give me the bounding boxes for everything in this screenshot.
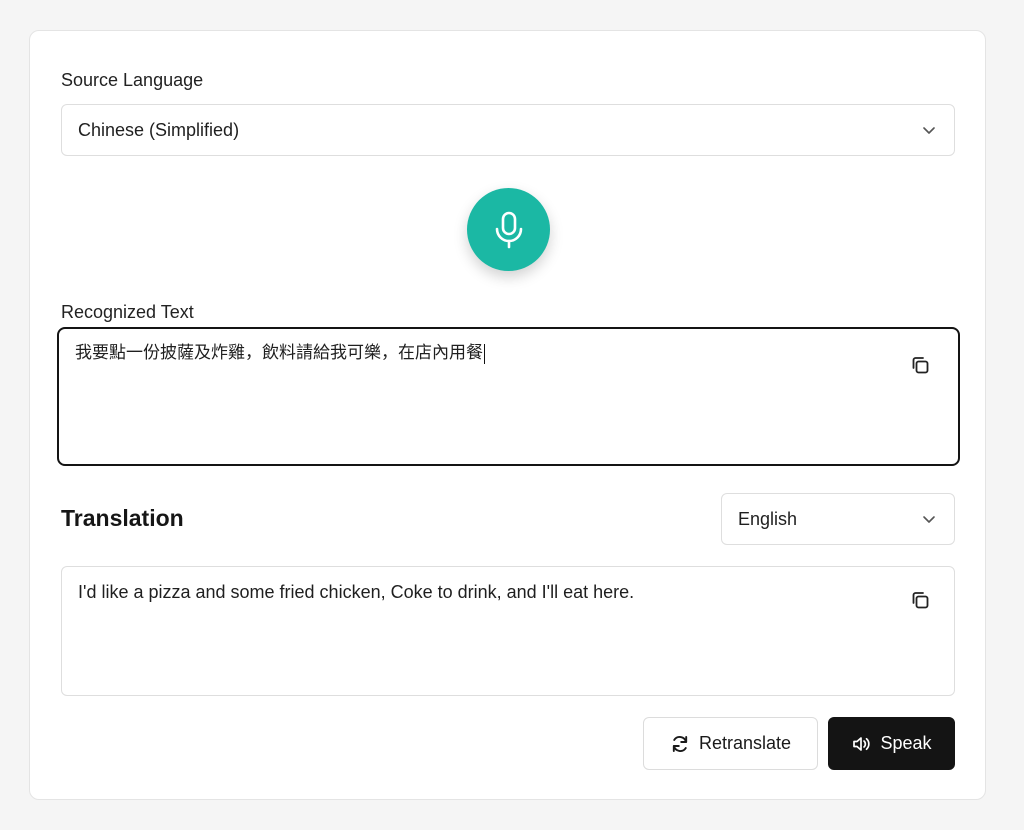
source-language-label: Source Language xyxy=(61,70,204,90)
copy-recognized-button[interactable] xyxy=(906,351,934,379)
microphone-icon xyxy=(495,211,522,248)
recognized-text-label: Recognized Text xyxy=(61,302,194,322)
retranslate-button[interactable]: Retranslate xyxy=(643,717,818,770)
text-caret xyxy=(484,343,485,364)
recognized-text-content: 我要點一份披薩及炸雞，飲料請給我可樂，在店內用餐 xyxy=(75,341,888,365)
source-language-value: Chinese (Simplified) xyxy=(78,119,240,140)
translator-card: Source Language Chinese (Simplified) Rec… xyxy=(29,30,986,800)
speak-label: Speak xyxy=(880,733,932,753)
chevron-down-icon xyxy=(923,127,935,134)
retranslate-label: Retranslate xyxy=(698,733,792,753)
recognized-text-value: 我要點一份披薩及炸雞，飲料請給我可樂，在店內用餐 xyxy=(75,343,483,362)
chevron-down-icon xyxy=(923,516,935,523)
recognized-text-field[interactable]: 我要點一份披薩及炸雞，飲料請給我可樂，在店內用餐 xyxy=(57,327,960,466)
copy-icon xyxy=(912,592,929,609)
copy-translation-button[interactable] xyxy=(906,586,934,614)
translation-output[interactable]: I'd like a pizza and some fried chicken,… xyxy=(61,566,955,696)
copy-icon xyxy=(912,357,929,374)
speaker-icon xyxy=(853,736,871,751)
translation-text: I'd like a pizza and some fried chicken,… xyxy=(78,582,635,602)
refresh-icon xyxy=(672,735,688,752)
target-language-value: English xyxy=(738,508,798,529)
translation-heading: Translation xyxy=(61,505,184,531)
target-language-select[interactable]: English xyxy=(721,493,955,545)
speak-button[interactable]: Speak xyxy=(828,717,955,770)
source-language-select[interactable]: Chinese (Simplified) xyxy=(61,104,955,156)
microphone-button[interactable] xyxy=(467,188,550,271)
